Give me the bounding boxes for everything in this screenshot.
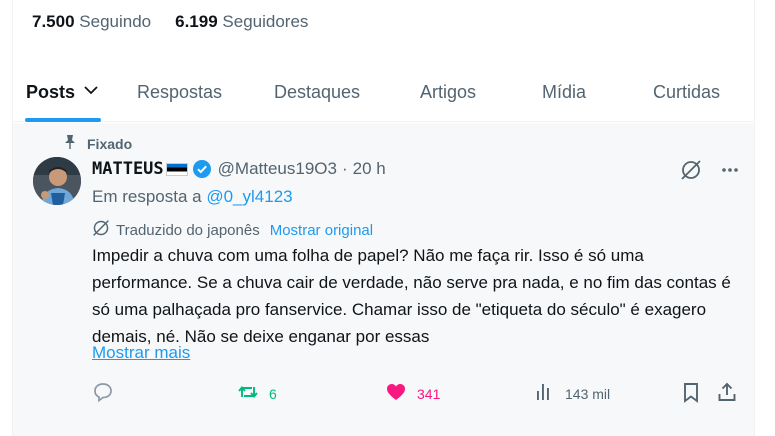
- tab-label: Respostas: [136, 81, 223, 102]
- estonia-flag-icon: [165, 162, 188, 176]
- post-header: MATTEUS @Matteus19O3 · 20 h: [92, 159, 386, 179]
- tab-curtidas[interactable]: Curtidas: [619, 62, 754, 122]
- reply-button[interactable]: [92, 381, 114, 406]
- post-actions: 6 341 143 mil: [92, 381, 742, 411]
- reply-icon: [92, 381, 114, 406]
- pin-icon: [63, 134, 77, 153]
- post-text: Impedir a chuva com uma folha de papel? …: [92, 246, 731, 346]
- tab-posts[interactable]: Posts: [13, 62, 112, 122]
- tab-label: Curtidas: [652, 81, 721, 102]
- profile-stats: 7.500 Seguindo 6.199 Seguidores: [32, 12, 308, 32]
- tab-midia[interactable]: Mídia: [509, 62, 619, 122]
- share-icon: [716, 381, 738, 406]
- reply-to-link[interactable]: @0_yl4123: [206, 187, 292, 206]
- translated-label: Traduzido do japonês: [116, 221, 260, 239]
- repost-icon: [237, 381, 259, 406]
- followers-count: 6.199: [175, 12, 218, 31]
- tab-respostas[interactable]: Respostas: [112, 62, 247, 122]
- tab-destaques[interactable]: Destaques: [247, 62, 387, 122]
- like-button[interactable]: 341: [385, 381, 440, 406]
- translate-icon: [92, 219, 110, 241]
- tab-label: Destaques: [273, 81, 361, 102]
- bookmark-button[interactable]: [680, 381, 702, 406]
- views-count: 143 mil: [565, 385, 611, 402]
- repost-count: 6: [269, 385, 277, 402]
- tab-label: Posts: [25, 81, 76, 102]
- pinned-indicator: Fixado: [63, 134, 132, 153]
- views-icon: [533, 381, 555, 406]
- author-name[interactable]: MATTEUS: [92, 159, 164, 179]
- chevron-down-icon: [83, 82, 99, 103]
- post-time[interactable]: 20 h: [353, 159, 386, 179]
- following-stat[interactable]: 7.500 Seguindo: [32, 12, 151, 32]
- views-button[interactable]: 143 mil: [533, 381, 610, 406]
- like-icon: [385, 381, 407, 406]
- reply-prefix: Em resposta a: [92, 187, 202, 206]
- reply-context: Em resposta a @0_yl4123: [92, 187, 293, 207]
- pinned-post[interactable]: Fixado MATTEUS @Matteus19O3 · 20 h Em re…: [13, 123, 754, 436]
- tab-artigos[interactable]: Artigos: [387, 62, 509, 122]
- grok-icon[interactable]: [680, 159, 702, 186]
- separator: ·: [341, 159, 348, 178]
- show-original-link[interactable]: Mostrar original: [270, 222, 373, 239]
- bookmark-icon: [680, 381, 702, 406]
- translation-note: Traduzido do japonês Mostrar original: [92, 219, 373, 241]
- like-count: 341: [417, 385, 441, 402]
- tab-label: Mídia: [541, 81, 586, 102]
- tab-label: Artigos: [419, 81, 477, 102]
- following-count: 7.500: [32, 12, 75, 31]
- followers-label: Seguidores: [222, 12, 309, 31]
- more-icon[interactable]: [720, 160, 740, 185]
- pinned-label: Fixado: [87, 135, 133, 152]
- repost-button[interactable]: 6: [237, 381, 277, 406]
- share-button[interactable]: [716, 381, 738, 406]
- verified-badge-icon[interactable]: [192, 159, 212, 179]
- following-label: Seguindo: [79, 12, 152, 31]
- followers-stat[interactable]: 6.199 Seguidores: [175, 12, 308, 32]
- show-more-link[interactable]: Mostrar mais: [92, 343, 190, 363]
- author-handle[interactable]: @Matteus19O3: [218, 159, 337, 179]
- profile-tabs: Posts Respostas Destaques Artigos Mídia …: [13, 62, 754, 122]
- post-top-actions: [680, 159, 740, 186]
- avatar[interactable]: [33, 157, 81, 205]
